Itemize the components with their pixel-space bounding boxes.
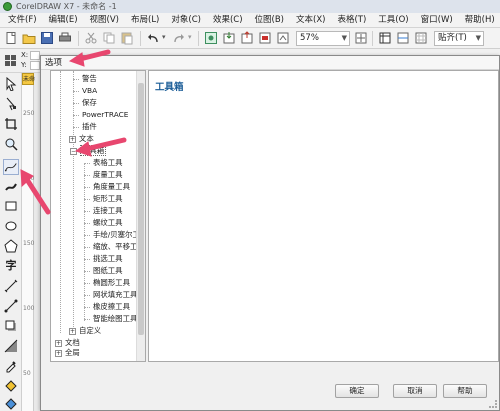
annotation-arrowhead (74, 141, 92, 157)
annotation-arrow-toolbox (83, 137, 127, 152)
annotation-arrowhead (68, 52, 85, 67)
annotation-arrows (20, 49, 127, 215)
annotation-arrow-tool (23, 175, 51, 215)
